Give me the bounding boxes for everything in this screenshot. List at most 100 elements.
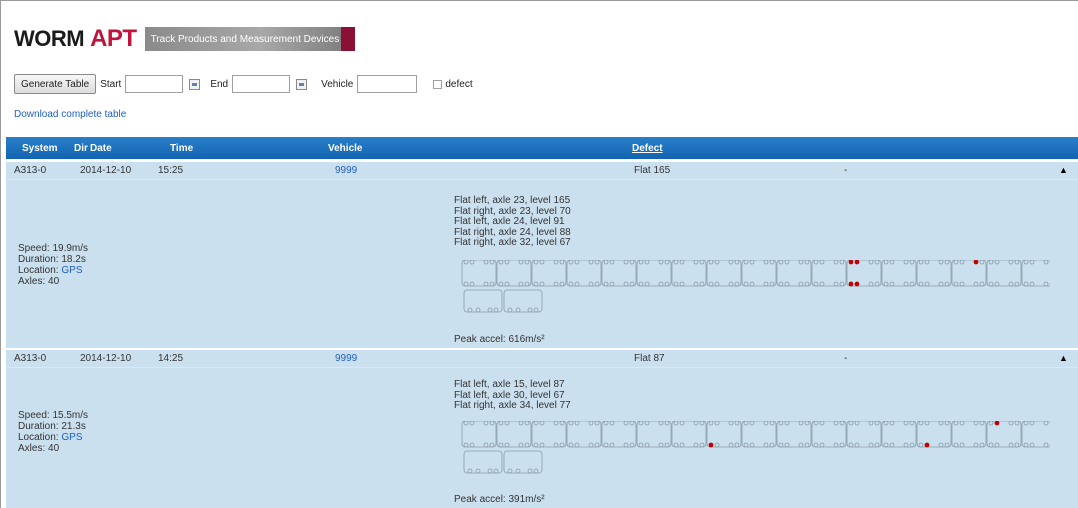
defect-item: Flat left, axle 23, level 165 bbox=[454, 195, 571, 206]
axle bbox=[518, 442, 524, 448]
axle bbox=[609, 260, 615, 265]
axle bbox=[493, 307, 499, 313]
axle bbox=[527, 468, 533, 474]
axle bbox=[469, 442, 475, 448]
axle bbox=[518, 421, 524, 426]
axle bbox=[994, 442, 1000, 448]
axle bbox=[699, 421, 705, 426]
axle bbox=[603, 421, 609, 426]
axle bbox=[874, 281, 880, 287]
axle bbox=[629, 260, 635, 265]
axle bbox=[743, 442, 749, 448]
col-system[interactable]: System bbox=[22, 143, 58, 154]
axle bbox=[839, 421, 845, 426]
calendar-icon[interactable] bbox=[296, 78, 308, 90]
axle bbox=[883, 281, 889, 287]
tagline-accent bbox=[340, 27, 355, 51]
axle bbox=[924, 421, 930, 426]
defect-list: Flat left, axle 15, level 87 Flat left, … bbox=[454, 379, 571, 412]
axle bbox=[493, 468, 499, 474]
axle bbox=[658, 281, 664, 287]
axle bbox=[664, 281, 670, 287]
axle bbox=[924, 260, 930, 265]
axle bbox=[664, 421, 670, 426]
axle bbox=[644, 421, 650, 426]
axle bbox=[524, 281, 530, 287]
axle bbox=[679, 260, 685, 265]
col-time[interactable]: Time bbox=[170, 143, 193, 154]
axles-text: Axles: 40 bbox=[18, 443, 60, 454]
axle bbox=[903, 442, 909, 448]
axle bbox=[813, 281, 819, 287]
gps-link[interactable]: GPS bbox=[61, 432, 82, 443]
download-table-link[interactable]: Download complete table bbox=[14, 109, 126, 120]
axle bbox=[889, 442, 895, 448]
table-row[interactable]: A313-0 2014-12-10 15:25 9999 Flat 165 - … bbox=[6, 161, 1078, 179]
axle bbox=[734, 281, 740, 287]
axle bbox=[778, 281, 784, 287]
tagline-banner: Track Products and Measurement Devices bbox=[144, 27, 355, 51]
axle bbox=[769, 281, 775, 287]
axle bbox=[693, 260, 699, 265]
calendar-icon[interactable] bbox=[189, 78, 201, 90]
triangle-up-icon[interactable]: ▲ bbox=[1059, 353, 1068, 363]
axle bbox=[489, 442, 495, 448]
axle bbox=[988, 260, 994, 265]
axle bbox=[629, 442, 635, 448]
start-date-input[interactable] bbox=[125, 75, 184, 93]
vehicle-link[interactable]: 9999 bbox=[335, 353, 357, 364]
axle bbox=[463, 442, 469, 448]
axle bbox=[918, 281, 924, 287]
cell-date: 2014-12-10 bbox=[80, 165, 132, 176]
flat-marker bbox=[708, 442, 714, 448]
axle bbox=[833, 281, 839, 287]
gps-link[interactable]: GPS bbox=[61, 265, 82, 276]
axle bbox=[623, 260, 629, 265]
axle bbox=[483, 442, 489, 448]
cell-time: 15:25 bbox=[158, 165, 184, 176]
axle bbox=[467, 468, 473, 474]
vehicle-link[interactable]: 9999 bbox=[335, 165, 357, 176]
vehicle-input[interactable] bbox=[357, 75, 418, 93]
axle bbox=[798, 260, 804, 265]
defect-list: Flat left, axle 23, level 165 Flat right… bbox=[454, 195, 571, 249]
axle bbox=[489, 281, 495, 287]
location-text: Location: GPS bbox=[18, 265, 88, 276]
axle bbox=[994, 260, 1000, 265]
axle bbox=[839, 442, 845, 448]
axle bbox=[784, 281, 790, 287]
end-date-input[interactable] bbox=[232, 75, 291, 93]
axle bbox=[463, 421, 469, 426]
axle bbox=[743, 260, 749, 265]
axle bbox=[728, 442, 734, 448]
axle bbox=[609, 281, 615, 287]
axle bbox=[673, 281, 679, 287]
axle bbox=[539, 421, 545, 426]
axle bbox=[568, 442, 574, 448]
axle bbox=[658, 421, 664, 426]
col-defect[interactable]: Defect bbox=[632, 143, 663, 154]
row-detail: Speed: 19.9m/s Duration: 18.2s Location:… bbox=[6, 179, 1078, 348]
table-row[interactable]: A313-0 2014-12-10 14:25 9999 Flat 87 - ▲ bbox=[6, 349, 1078, 367]
defect-checkbox[interactable] bbox=[433, 79, 443, 89]
axle bbox=[693, 421, 699, 426]
generate-table-button[interactable]: Generate Table bbox=[14, 74, 97, 94]
col-vehicle[interactable]: Vehicle bbox=[328, 143, 362, 154]
col-date[interactable]: Date bbox=[90, 143, 112, 154]
axle bbox=[848, 421, 854, 426]
triangle-up-icon[interactable]: ▲ bbox=[1059, 165, 1068, 175]
axle bbox=[467, 307, 473, 313]
flat-marker bbox=[994, 421, 1000, 426]
axle bbox=[798, 442, 804, 448]
axle bbox=[524, 260, 530, 265]
flat-marker bbox=[973, 260, 979, 265]
flat-marker bbox=[924, 442, 930, 448]
defect-item: Flat left, axle 15, level 87 bbox=[454, 379, 565, 390]
axle bbox=[1014, 442, 1020, 448]
axle bbox=[804, 281, 810, 287]
axle bbox=[638, 421, 644, 426]
axle bbox=[813, 260, 819, 265]
col-dir[interactable]: Dir bbox=[74, 143, 88, 154]
axle bbox=[475, 468, 481, 474]
axle bbox=[804, 442, 810, 448]
